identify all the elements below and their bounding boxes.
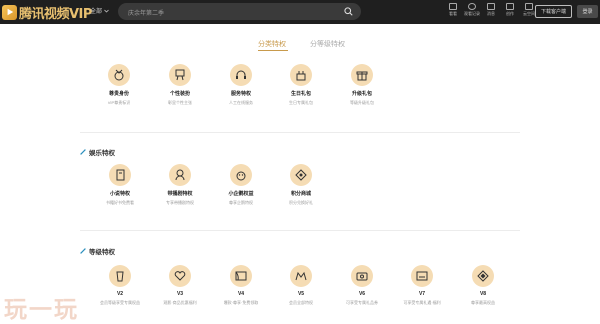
chevron-down-icon: [104, 9, 109, 13]
top-bar: 腾讯视频VIP 全部 庆余年第二季 看看 观看记录 消息 创作 云空间 下载客户…: [0, 0, 600, 24]
tab-level[interactable]: 分等级特权: [310, 39, 345, 49]
level-item[interactable]: V3 观影·商品优惠福利: [158, 265, 202, 306]
level-item[interactable]: V4 爆款·尊享·免费领取: [219, 265, 263, 306]
cloud-icon: [525, 3, 533, 10]
headset-icon: [230, 64, 252, 86]
stage-icon: [230, 265, 252, 287]
section-title-level: 等级特权: [80, 246, 115, 256]
search-bar[interactable]: 庆余年第二季: [118, 3, 361, 20]
tool-watch-record[interactable]: 观看记录: [464, 3, 480, 17]
badge-icon: [108, 64, 130, 86]
nav-all-label: 全部: [90, 9, 103, 15]
privilege-item[interactable]: 积分商城 积分兑换好礼: [279, 164, 323, 206]
clock-icon: [468, 3, 476, 10]
cake-icon: [290, 64, 312, 86]
tab-category[interactable]: 分类特权: [258, 39, 286, 49]
privilege-tabs: 分类特权 分等级特权: [0, 39, 600, 51]
heart-icon: [169, 265, 191, 287]
diamond-icon: [290, 164, 312, 186]
search-icon[interactable]: [344, 7, 353, 16]
level-item[interactable]: V7 可享受专属礼遇·福利: [400, 265, 444, 306]
card-icon: [411, 265, 433, 287]
privilege-item[interactable]: 小企鹅权益 尊享企鹅特权: [219, 164, 263, 206]
tool-history[interactable]: 看看: [445, 3, 461, 17]
login-label: 登录: [582, 9, 593, 15]
privilege-item[interactable]: 服务特权 人工在线服务: [219, 64, 263, 106]
level-item[interactable]: V2 会员等级享受专属权益: [98, 265, 142, 306]
tab-underline: [258, 50, 288, 51]
download-label: 下载客户端: [540, 9, 566, 15]
section-divider: [80, 132, 520, 133]
privilege-item[interactable]: 尊贵身份 VIP尊贵标识: [97, 64, 141, 106]
tool-create[interactable]: 创作: [502, 3, 518, 17]
privilege-item[interactable]: 生日礼包 生日专属礼包: [279, 64, 323, 106]
privilege-item[interactable]: 小说特权 书籍好书免费看: [98, 164, 142, 206]
history-icon: [449, 3, 457, 10]
download-client-button[interactable]: 下载客户端: [535, 5, 572, 18]
privilege-item[interactable]: 带播剧特权 专享带播剧特权: [158, 164, 202, 206]
book-icon: [109, 164, 131, 186]
logo-text: 腾讯视频VIP: [19, 6, 92, 22]
level-item[interactable]: V6 可享受专属礼品券: [340, 265, 384, 306]
penguin-icon: [230, 164, 252, 186]
pen-icon: [80, 248, 86, 254]
level-item[interactable]: V5 会员全部特权: [279, 265, 323, 306]
ticket-icon: [351, 265, 373, 287]
bell-icon: [487, 3, 495, 10]
play-logo-icon: [2, 4, 17, 20]
cup-icon: [109, 265, 131, 287]
drama-icon: [169, 164, 191, 186]
logo[interactable]: 腾讯视频VIP: [2, 3, 92, 22]
pen-icon: [80, 149, 86, 155]
easel-icon: [169, 64, 191, 86]
video-icon: [506, 3, 514, 10]
section-title-entertainment: 娱乐特权: [80, 147, 115, 157]
watermark: 玩一玩: [4, 297, 79, 323]
tool-messages[interactable]: 消息: [483, 3, 499, 17]
gift-icon: [351, 64, 373, 86]
privilege-item[interactable]: 升级礼包 等级升级礼包: [340, 64, 384, 106]
privilege-item[interactable]: 个性装扮 彰显个性主张: [158, 64, 202, 106]
section-divider: [80, 230, 520, 231]
toolbar: 看看 观看记录 消息 创作 云空间: [445, 3, 537, 17]
login-button[interactable]: 登录: [577, 5, 598, 18]
search-input[interactable]: 庆余年第二季: [128, 8, 164, 17]
nav-all-dropdown[interactable]: 全部: [90, 6, 109, 15]
level-item[interactable]: V8 尊享最高权益: [461, 265, 505, 306]
star-icon: [472, 265, 494, 287]
crown-icon: [290, 265, 312, 287]
